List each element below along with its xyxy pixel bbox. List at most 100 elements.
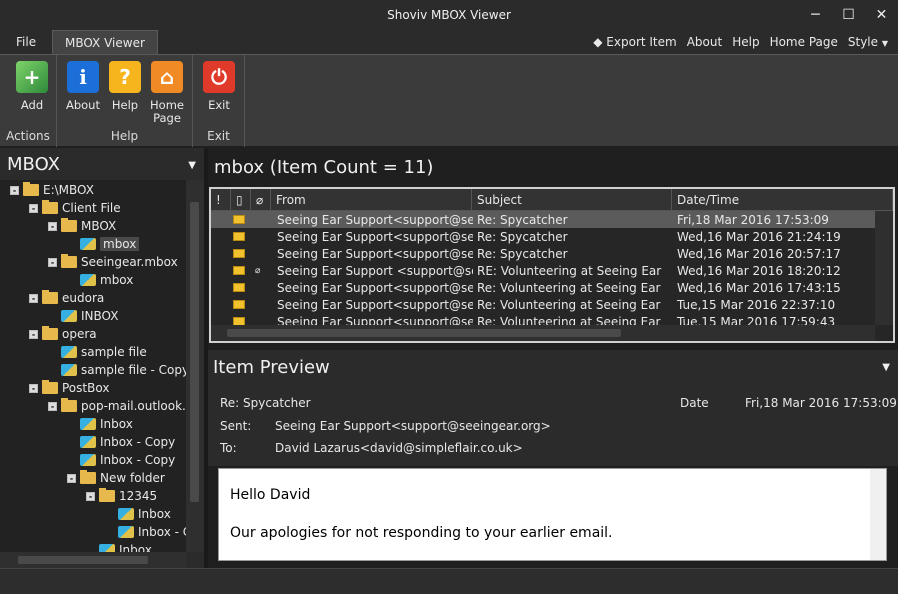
tree-node[interactable]: INBOX: [48, 307, 118, 325]
collapse-icon[interactable]: -: [86, 491, 95, 501]
grid-horizontal-scrollbar[interactable]: [211, 325, 875, 341]
flag-column-icon[interactable]: !: [211, 189, 231, 211]
about-button[interactable]: i About: [63, 61, 103, 112]
tree-node[interactable]: Inbox: [105, 505, 171, 523]
exit-button[interactable]: ⏻ Exit: [199, 61, 239, 112]
group-label-help: Help: [110, 129, 139, 143]
table-row[interactable]: Seeing Ear Support<support@seeinge... Re:…: [211, 296, 875, 313]
help-menu[interactable]: Help: [732, 35, 759, 49]
home-page-menu[interactable]: Home Page: [770, 35, 838, 49]
tree-vertical-scrollbar[interactable]: [186, 180, 204, 552]
body-vertical-scrollbar[interactable]: [870, 469, 886, 560]
folder-tree: - E:\MBOX - Client File - MBOX mbox - Seeingear.…: [0, 180, 186, 552]
help-group: i About ? Help ⌂ Home Page Help: [57, 55, 193, 147]
mailbox-icon: [80, 238, 96, 250]
table-row[interactable]: Seeing Ear Support<support@seeinge... Re:…: [211, 245, 875, 262]
tree-node[interactable]: - MBOX: [48, 217, 116, 235]
collapse-icon[interactable]: -: [10, 185, 19, 195]
collapse-icon[interactable]: -: [29, 383, 38, 393]
mailbox-icon: [80, 274, 96, 286]
table-row[interactable]: Seeing Ear Support<support@seeinge... Re:…: [211, 279, 875, 296]
tree-node[interactable]: sample file - Copy: [48, 361, 186, 379]
tree-node[interactable]: Inbox - Copy: [67, 451, 175, 469]
table-row[interactable]: Seeing Ear Support<support@seeinge... Re:…: [211, 228, 875, 245]
cell-from: Seeing Ear Support<support@seeinge...: [277, 246, 473, 261]
tree-node[interactable]: - pop-mail.outlook.co: [48, 397, 186, 415]
minimize-button[interactable]: ─: [799, 0, 832, 30]
tree-node[interactable]: Inbox - C: [105, 523, 186, 541]
tree-node[interactable]: sample file: [48, 343, 147, 361]
tree-node[interactable]: - 12345: [86, 487, 157, 505]
subject-column-header[interactable]: Subject: [472, 189, 672, 211]
grid-header: ! ▯ ⌀ From Subject Date/Time: [211, 189, 893, 211]
mailbox-icon: [61, 310, 77, 322]
home-page-button[interactable]: ⌂ Home Page: [147, 61, 187, 125]
tree-node-label: Inbox - C: [138, 525, 186, 539]
export-item-menu[interactable]: ◆ Export Item: [593, 35, 676, 49]
table-row[interactable]: Seeing Ear Support<support@seeinge... Re:…: [211, 211, 875, 228]
tree-node-label: E:\MBOX: [43, 183, 94, 197]
folder-icon: [23, 182, 39, 196]
chevron-down-icon: ▼: [881, 39, 888, 48]
tree-node[interactable]: mbox: [67, 271, 133, 289]
collapse-icon[interactable]: -: [29, 293, 38, 303]
chevron-down-icon[interactable]: ▼: [882, 362, 890, 373]
tree-node-label: New folder: [100, 471, 165, 485]
home-icon: ⌂: [151, 61, 183, 93]
folder-icon: [42, 290, 58, 304]
type-column-icon[interactable]: ▯: [231, 189, 251, 211]
close-button[interactable]: ✕: [865, 0, 898, 30]
collapse-icon[interactable]: -: [48, 257, 57, 267]
collapse-icon[interactable]: -: [29, 329, 38, 339]
date-column-header[interactable]: Date/Time: [672, 189, 893, 211]
about-menu[interactable]: About: [687, 35, 722, 49]
tree-node[interactable]: mbox: [67, 235, 140, 253]
envelope-icon: [233, 232, 245, 241]
status-bar: [0, 568, 898, 594]
collapse-icon[interactable]: -: [48, 221, 57, 231]
group-label-exit: Exit: [207, 129, 230, 143]
group-label-actions: Actions: [6, 129, 50, 143]
tree-node[interactable]: - opera: [29, 325, 97, 343]
folder-icon: [80, 470, 96, 484]
envelope-icon: [233, 249, 245, 258]
tree-node[interactable]: - Client File: [29, 199, 121, 217]
collapse-icon[interactable]: -: [48, 401, 57, 411]
message-body[interactable]: Hello David Our apologies for not respon…: [218, 468, 887, 561]
tree-node[interactable]: Inbox: [67, 415, 133, 433]
window-title: Shoviv MBOX Viewer: [387, 8, 511, 22]
folder-icon: [42, 200, 58, 214]
collapse-icon[interactable]: -: [29, 203, 38, 213]
cell-subject: Re: Spycatcher: [477, 246, 568, 261]
preview-subject: Re: Spycatcher: [220, 396, 311, 410]
tree-node-label: MBOX: [81, 219, 117, 233]
tree-node[interactable]: - E:\MBOX: [10, 181, 94, 199]
tree-node-label: mbox: [100, 237, 140, 251]
tree-node[interactable]: Inbox: [86, 541, 152, 552]
file-menu[interactable]: File: [8, 30, 44, 54]
tree-horizontal-scrollbar[interactable]: [0, 552, 186, 568]
preview-meta: Re: Spycatcher Date Fri,18 Mar 2016 17:5…: [208, 384, 898, 466]
chevron-down-icon[interactable]: ▼: [188, 160, 196, 171]
add-button[interactable]: + Add: [12, 61, 52, 112]
help-button[interactable]: ? Help: [105, 61, 145, 112]
folder-icon: [99, 488, 115, 502]
mailbox-icon: [61, 346, 77, 358]
tree-node[interactable]: - Seeingear.mbox: [48, 253, 178, 271]
tree-node[interactable]: Inbox - Copy: [67, 433, 175, 451]
tree-node[interactable]: - PostBox: [29, 379, 109, 397]
body-line-2: Our apologies for not responding to your…: [230, 525, 613, 541]
collapse-icon[interactable]: -: [67, 473, 76, 483]
maximize-button[interactable]: ☐: [832, 0, 865, 30]
table-row[interactable]: ⌀ Seeing Ear Support <support@seeinge... R…: [211, 262, 875, 279]
grid-vertical-scrollbar[interactable]: [875, 211, 893, 325]
tree-node[interactable]: - New folder: [67, 469, 165, 487]
tab-mbox-viewer[interactable]: MBOX Viewer: [52, 30, 158, 54]
help-label: Help: [111, 98, 139, 112]
attachment-column-icon[interactable]: ⌀: [251, 189, 271, 211]
from-column-header[interactable]: From: [271, 189, 472, 211]
export-item-label: Export Item: [606, 35, 677, 49]
cell-subject: Re: Volunteering at Seeing Ear: [477, 280, 661, 295]
style-menu[interactable]: Style ▼: [848, 35, 888, 49]
tree-node[interactable]: - eudora: [29, 289, 104, 307]
